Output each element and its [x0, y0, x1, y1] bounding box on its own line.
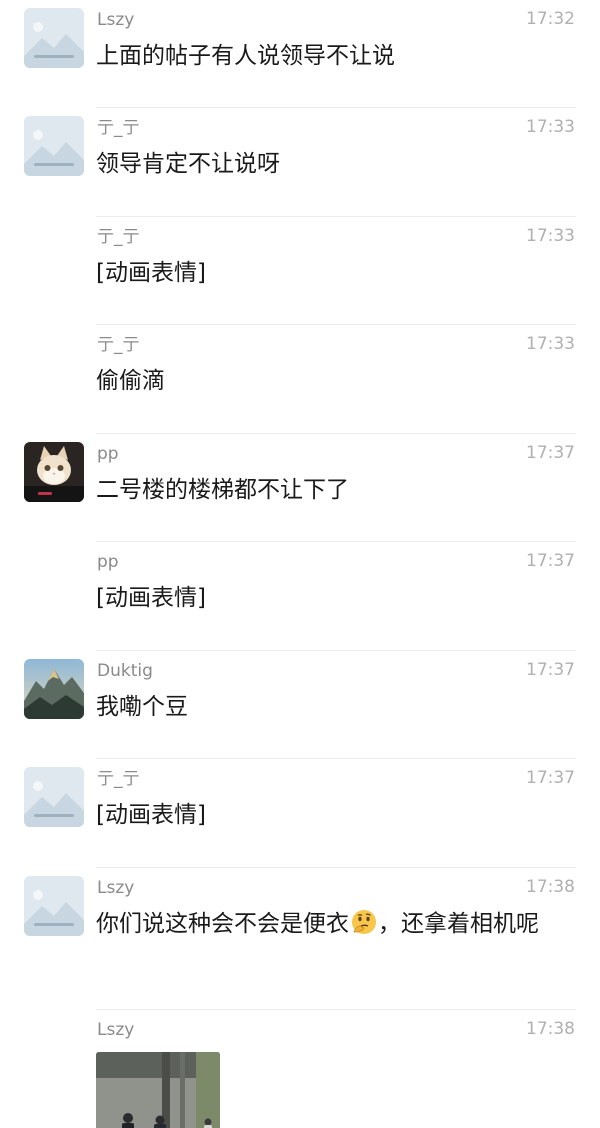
chat-message-list: Lszy 17:32 上面的帖子有人说领导不让说 亍_亍 17:33 领导肯定不… [0, 0, 600, 1128]
message-time: 17:37 [526, 551, 575, 571]
message-text: [动画表情] [96, 260, 206, 286]
message-item[interactable]: 亍_亍 17:33 [动画表情] [0, 217, 600, 325]
message-item[interactable]: 亍_亍 17:33 领导肯定不让说呀 [0, 108, 600, 217]
placeholder-avatar-icon[interactable] [24, 876, 84, 936]
sender-name: Lszy [97, 10, 135, 30]
message-time: 17:38 [526, 1019, 575, 1039]
placeholder-avatar-icon[interactable] [24, 116, 84, 176]
message-item[interactable]: 亍_亍 17:33 偷偷滴 [0, 325, 600, 434]
message-time: 17:33 [526, 117, 575, 137]
message-item[interactable]: Lszy 17:38 你们说这种会不会是便衣 ，还拿着相机呢 [0, 868, 600, 1010]
message-text: [动画表情] [96, 802, 206, 828]
message-item[interactable]: Lszy 17:32 上面的帖子有人说领导不让说 [0, 0, 600, 108]
message-text: 领导肯定不让说呀 [96, 151, 280, 177]
message-time: 17:37 [526, 768, 575, 788]
message-text: 二号楼的楼梯都不让下了 [96, 477, 349, 503]
message-text: 你们说这种会不会是便衣 ，还拿着相机呢 [96, 902, 572, 946]
sender-name: 亍_亍 [97, 118, 140, 138]
street-photo[interactable] [96, 1052, 220, 1128]
mountain-avatar-icon[interactable] [24, 659, 84, 719]
message-time: 17:37 [526, 443, 575, 463]
message-text: 上面的帖子有人说领导不让说 [96, 43, 395, 69]
message-text-part: 你们说这种会不会是便衣 [96, 911, 349, 937]
message-text-part: ，还拿着相机呢 [378, 911, 539, 937]
placeholder-avatar-icon[interactable] [24, 767, 84, 827]
sender-name: Lszy [97, 878, 135, 898]
message-time: 17:32 [526, 9, 575, 29]
message-time: 17:33 [526, 226, 575, 246]
placeholder-avatar-icon[interactable] [24, 8, 84, 68]
message-item[interactable]: Lszy 17:38 [0, 1010, 600, 1128]
message-item[interactable]: pp 17:37 [动画表情] [0, 542, 600, 651]
thinking-face-emoji [351, 906, 377, 934]
message-text: 我嘞个豆 [96, 694, 188, 720]
cat-avatar-icon[interactable] [24, 442, 84, 502]
sender-name: Lszy [97, 1020, 135, 1040]
sender-name: 亍_亍 [97, 769, 140, 789]
sender-name: 亍_亍 [97, 227, 140, 247]
message-time: 17:33 [526, 334, 575, 354]
message-time: 17:37 [526, 660, 575, 680]
message-time: 17:38 [526, 877, 575, 897]
sender-name: 亍_亍 [97, 335, 140, 355]
message-text: [动画表情] [96, 585, 206, 611]
sender-name: pp [97, 552, 119, 572]
message-item[interactable]: 亍_亍 17:37 [动画表情] [0, 759, 600, 868]
sender-name: Duktig [97, 661, 153, 681]
message-item[interactable]: Duktig 17:37 我嘞个豆 [0, 651, 600, 759]
message-item[interactable]: pp 17:37 二号楼的楼梯都不让下了 [0, 434, 600, 542]
message-text: 偷偷滴 [96, 368, 165, 394]
sender-name: pp [97, 444, 119, 464]
